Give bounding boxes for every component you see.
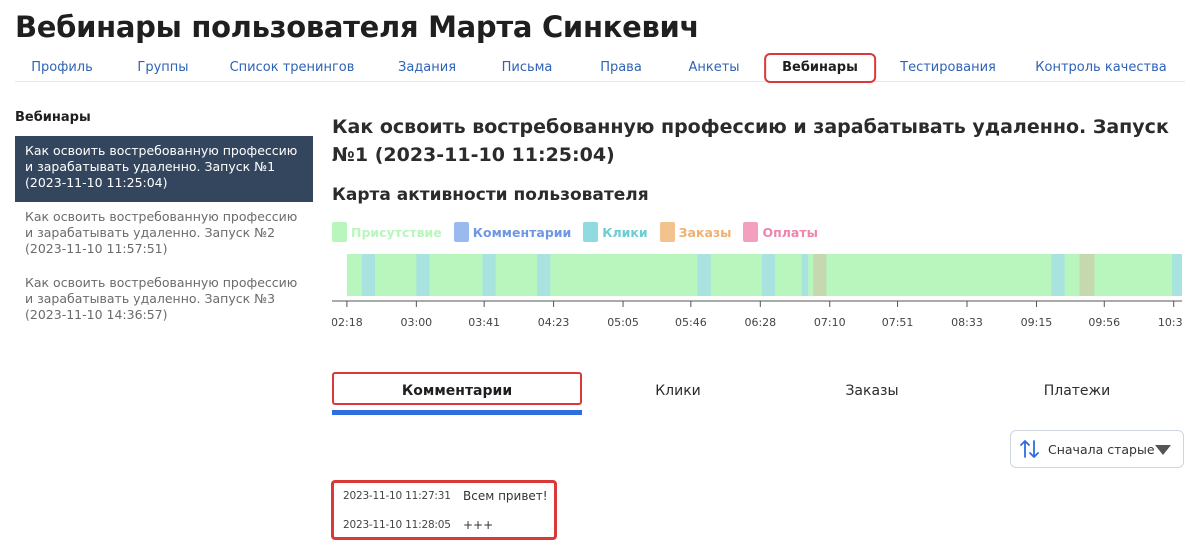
timeline-bar-clicks <box>361 254 375 296</box>
timeline-bar-clicks <box>1172 254 1182 296</box>
x-tick-label: 09:15 <box>1021 316 1053 329</box>
legend-item-orders[interactable]: Заказы <box>659 222 732 242</box>
tab-groups[interactable]: Группы <box>137 54 188 82</box>
sort-order-label: Сначала старые <box>1048 441 1155 457</box>
timeline-bar-clicks <box>697 254 711 296</box>
tab-surveys[interactable]: Анкеты <box>688 54 739 82</box>
x-tick-label: 04:23 <box>538 316 570 329</box>
tab-payments[interactable]: Платежи <box>970 372 1184 410</box>
tab-comments[interactable]: Комментарии <box>332 372 582 410</box>
legend-swatch-presence <box>332 222 347 242</box>
activity-map-title: Карта активности пользователя <box>332 185 649 205</box>
tab-webinars[interactable]: Вебинары <box>764 53 876 83</box>
tab-rights[interactable]: Права <box>600 54 642 82</box>
timeline-bar-clicks <box>1051 254 1065 296</box>
x-tick-label: 09:56 <box>1088 316 1120 329</box>
sidebar-item-webinar-1[interactable]: Как освоить востребованную профессию и з… <box>15 136 313 202</box>
page-title: Вебинары пользователя Марта Синкевич <box>15 10 700 44</box>
sort-arrows-icon <box>1020 440 1039 458</box>
legend-label-orders: Заказы <box>678 224 732 240</box>
sidebar-item-webinar-2[interactable]: Как освоить востребованную профессию и з… <box>15 202 313 268</box>
x-tick-label: 03:41 <box>468 316 500 329</box>
tab-profile[interactable]: Профиль <box>31 54 93 82</box>
x-tick-label: 05:05 <box>607 316 639 329</box>
legend-item-clicks[interactable]: Клики <box>583 222 648 242</box>
legend-item-comments[interactable]: Комментарии <box>453 222 572 242</box>
comment-timestamp: 2023-11-10 11:28:05 <box>343 519 451 531</box>
x-tick-label: 07:10 <box>814 316 846 329</box>
legend-swatch-clicks <box>583 222 599 242</box>
tab-letters[interactable]: Письма <box>502 54 553 82</box>
timeline-bar-orders <box>1079 254 1095 296</box>
webinar-title: Как освоить востребованную профессию и з… <box>332 116 1169 166</box>
x-tick-label: 02:18 <box>332 316 363 329</box>
content-tabs: Комментарии Клики Заказы Платежи <box>332 372 1184 416</box>
x-tick-label: 06:28 <box>744 316 776 329</box>
legend-label-clicks: Клики <box>602 224 648 240</box>
sort-order-select[interactable]: Сначала старые <box>1010 430 1184 468</box>
legend-swatch-orders <box>659 222 675 242</box>
sidebar-item-webinar-3[interactable]: Как освоить востребованную профессию и з… <box>15 268 313 334</box>
tab-clicks[interactable]: Клики <box>582 372 774 410</box>
x-tick-label: 10:38 <box>1158 316 1182 329</box>
timeline-bar-clicks <box>416 254 430 296</box>
comment-row: 2023-11-10 11:27:31 Всем привет! <box>343 488 548 504</box>
timeline-bar-clicks <box>801 254 809 296</box>
timeline-bar-clicks <box>537 254 551 296</box>
tab-trainings-list[interactable]: Список тренингов <box>230 54 355 82</box>
x-tick-label: 08:33 <box>951 316 983 329</box>
x-tick-label: 05:46 <box>675 316 707 329</box>
activity-timeline-chart: 02:18 03:00 03:41 04:23 05:05 05:46 06:28 07:10… <box>332 254 1182 329</box>
timeline-bar-orders <box>813 254 827 296</box>
legend-swatch-comments <box>453 222 469 242</box>
legend-label-payments: Оплаты <box>762 224 818 240</box>
chevron-down-icon <box>1155 445 1171 455</box>
comments-list: 2023-11-10 11:27:31 Всем привет! 2023-11… <box>331 480 557 540</box>
tab-orders[interactable]: Заказы <box>774 372 970 410</box>
chart-legend: Присутствие Комментарии Клики Заказы Опл… <box>332 222 818 242</box>
x-tick-label: 07:51 <box>882 316 914 329</box>
tab-assignments[interactable]: Задания <box>398 54 456 82</box>
timeline-bar-clicks <box>762 254 776 296</box>
legend-swatch-payments <box>743 222 759 242</box>
timeline-bar-clicks <box>482 254 496 296</box>
top-tabs: Профиль Группы Список тренингов Задания … <box>15 53 1185 83</box>
active-tab-underline <box>332 410 582 415</box>
timeline-bar-presence <box>346 254 1174 296</box>
legend-item-presence[interactable]: Присутствие <box>332 222 442 242</box>
tab-quality-control[interactable]: Контроль качества <box>1035 54 1166 82</box>
legend-item-payments[interactable]: Оплаты <box>743 222 818 242</box>
sidebar-webinar-list: Как освоить востребованную профессию и з… <box>15 136 313 334</box>
sidebar-heading: Вебинары <box>15 110 91 125</box>
tab-testing[interactable]: Тестирования <box>900 54 996 82</box>
comment-text: Всем привет! <box>463 489 548 503</box>
legend-label-comments: Комментарии <box>472 224 572 240</box>
comment-row: 2023-11-10 11:28:05 +++ <box>343 517 493 533</box>
x-tick-label: 03:00 <box>400 316 432 329</box>
comment-timestamp: 2023-11-10 11:27:31 <box>343 490 451 502</box>
legend-label-presence: Присутствие <box>351 224 442 240</box>
comment-text: +++ <box>463 518 494 532</box>
